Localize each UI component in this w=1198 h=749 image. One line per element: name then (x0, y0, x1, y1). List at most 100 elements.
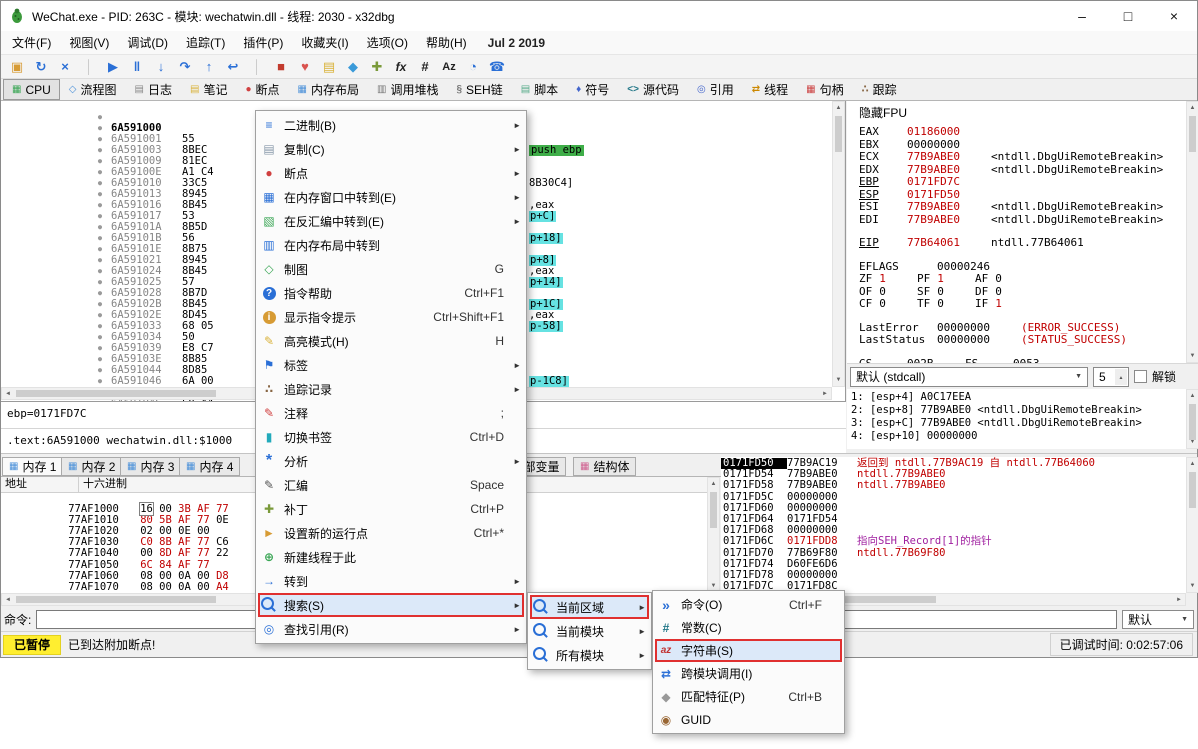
register-row[interactable]: EIP 77B64061 ntdll.77B64061 (859, 237, 1186, 250)
open-file-icon[interactable]: ▣ (5, 56, 29, 77)
menubar-item[interactable]: 追踪(T) (177, 30, 234, 55)
scroll-down-icon[interactable] (833, 374, 844, 386)
view-tab[interactable]: ▦ 内存布局 (289, 79, 368, 100)
context-menu-item[interactable]: 在反汇编中转到(E) ► (258, 209, 524, 233)
scroll-thumb[interactable] (1189, 116, 1196, 152)
menubar-item[interactable]: 帮助(H) (417, 30, 476, 55)
patch-icon[interactable]: ✚ (365, 56, 389, 77)
case-icon[interactable]: Az (437, 56, 461, 77)
context-menu-item[interactable]: 显示指令提示 Ctrl+Shift+F1 (258, 305, 524, 329)
step-into-icon[interactable]: ↓ (149, 56, 173, 77)
view-tab[interactable]: ▦ 句柄 (797, 79, 852, 100)
scroll-down-icon[interactable] (1187, 580, 1198, 592)
view-tab[interactable]: ● 断点 (236, 79, 288, 100)
view-tab[interactable]: ▤ 脚本 (512, 79, 567, 100)
stack-row[interactable]: 0171FD58 77B9ABE0 ntdll.77B9ABE0 (721, 480, 1186, 491)
context-menu-item[interactable]: 高亮模式(H) H (258, 329, 524, 353)
context-menu-item[interactable]: 指令帮助 Ctrl+F1 (258, 281, 524, 305)
view-tab[interactable]: ∴ 跟踪 (853, 79, 906, 100)
view-tab[interactable]: ♦ 符号 (567, 79, 618, 100)
shield-icon[interactable]: ◆ (341, 56, 365, 77)
run-icon[interactable]: ▶ (101, 56, 125, 77)
close-icon[interactable]: × (53, 56, 77, 77)
hide-fpu-label[interactable]: 隐藏FPU (859, 104, 1186, 121)
scroll-right-icon[interactable] (1173, 594, 1185, 605)
context-menu-item[interactable]: 切换书签 Ctrl+D (258, 425, 524, 449)
step-out-icon[interactable]: ↑ (197, 56, 221, 77)
context-menu-item[interactable]: 分析 ► (258, 449, 524, 473)
context-menu-item[interactable]: 注释 ; (258, 401, 524, 425)
argument-row[interactable]: 3: [esp+C] 77B9ABE0 <ntdll.DbgUiRemoteBr… (851, 417, 1186, 430)
context-menu-item[interactable]: 在内存布局中转到 (258, 233, 524, 257)
close-button[interactable]: × (1151, 1, 1197, 31)
view-tab[interactable]: ▦ CPU (3, 79, 60, 100)
minimize-button[interactable]: – (1059, 1, 1105, 31)
context-menu-item[interactable]: 查找引用(R) ► (258, 617, 524, 641)
argument-row[interactable]: 4: [esp+10] 00000000 (851, 430, 1186, 443)
stack-row[interactable]: 0171FD6C 0171FDD8 指向SEH_Record[1]的指针 (721, 536, 1186, 547)
view-tab[interactable]: ⇄ 线程 (743, 79, 797, 100)
context-menu-item[interactable]: 追踪记录 ► (258, 377, 524, 401)
unlock-checkbox[interactable] (1134, 370, 1147, 383)
eflags-row[interactable]: EFLAGS 00000246 (859, 261, 1186, 274)
scroll-up-icon[interactable] (1187, 458, 1198, 470)
pause-icon[interactable]: ‖ (125, 56, 149, 77)
flag[interactable]: CF0 (859, 298, 917, 311)
scroll-up-icon[interactable] (833, 102, 844, 114)
menubar-item[interactable]: 选项(O) (358, 30, 417, 55)
scroll-left-icon[interactable] (2, 594, 14, 605)
scroll-right-icon[interactable] (819, 388, 831, 399)
favourites-icon[interactable]: ♥ (293, 56, 317, 77)
menubar-item[interactable]: 文件(F) (3, 30, 60, 55)
gauge-icon[interactable]: ◔ (461, 56, 485, 77)
submenu-item[interactable]: 当前区域 ► (530, 595, 649, 619)
animate-icon[interactable]: ■ (269, 56, 293, 77)
registers-scrollbar[interactable] (1186, 101, 1198, 363)
view-tab[interactable]: ▥ 调用堆栈 (368, 79, 447, 100)
view-tab[interactable]: ◎ 引用 (688, 79, 743, 100)
disasm-vscrollbar[interactable] (832, 101, 845, 387)
menubar-item[interactable]: 视图(V) (60, 30, 118, 55)
context-menu-item[interactable]: 转到 ► (258, 569, 524, 593)
context-menu-item[interactable]: 补丁 Ctrl+P (258, 497, 524, 521)
scroll-thumb[interactable] (16, 596, 216, 603)
fx-icon[interactable]: fx (389, 56, 413, 77)
maximize-button[interactable]: □ (1105, 1, 1151, 31)
scroll-thumb[interactable] (1189, 404, 1196, 440)
view-tab[interactable]: ▤ 笔记 (181, 79, 236, 100)
restart-icon[interactable]: ↻ (29, 56, 53, 77)
dump-tab[interactable]: ▦ 内存 1 (2, 457, 63, 476)
view-tab[interactable]: <> 源代码 (618, 79, 688, 100)
argument-row[interactable]: 1: [esp+4] A0C17EEA (851, 391, 1186, 404)
submenu-item[interactable]: 所有模块 ► (530, 643, 649, 667)
context-menu-item[interactable]: 在内存窗口中转到(E) ► (258, 185, 524, 209)
notes-icon[interactable]: ▤ (317, 56, 341, 77)
flag[interactable]: TF0 (917, 298, 975, 311)
menubar-item[interactable]: 收藏夹(I) (292, 30, 357, 55)
command-history-select[interactable]: 默认 (1122, 610, 1194, 629)
dump-vscrollbar[interactable] (707, 477, 720, 593)
dump-tab[interactable]: ▦ 内存 4 (179, 457, 240, 476)
menubar-item[interactable]: 调试(D) (118, 30, 177, 55)
scroll-left-icon[interactable] (2, 388, 14, 399)
context-menu-item[interactable]: 制图 G (258, 257, 524, 281)
scroll-up-icon[interactable] (708, 478, 719, 490)
context-menu-item[interactable]: 标签 ► (258, 353, 524, 377)
submenu-item[interactable]: 常数(C) (655, 616, 842, 639)
register-row[interactable]: ESI 77B9ABE0 <ntdll.DbgUiRemoteBreakin> (859, 201, 1186, 214)
submenu-item[interactable]: 字符串(S) (655, 639, 842, 662)
calling-convention-select[interactable]: 默认 (stdcall) (850, 367, 1088, 387)
stack-row[interactable]: 0171FD70 77B69F80 ntdll.77B69F80 (721, 548, 1186, 559)
run-to-return-icon[interactable]: ↩ (221, 56, 245, 77)
view-tab[interactable]: ▤ 日志 (126, 79, 181, 100)
scroll-up-icon[interactable] (1187, 390, 1198, 402)
scroll-up-icon[interactable] (1187, 102, 1198, 114)
context-menu-item[interactable]: 搜索(S) ► (258, 593, 524, 617)
dump-col-address[interactable]: 地址 (1, 477, 79, 492)
submenu-item[interactable]: GUID (655, 708, 842, 731)
menubar-item[interactable]: 插件(P) (234, 30, 292, 55)
step-over-icon[interactable]: ↷ (173, 56, 197, 77)
register-row[interactable]: EAX 01186000 (859, 126, 1186, 139)
spinner-arrows-icon[interactable] (1115, 369, 1127, 385)
dump-tab[interactable]: ▦ 内存 3 (120, 457, 181, 476)
